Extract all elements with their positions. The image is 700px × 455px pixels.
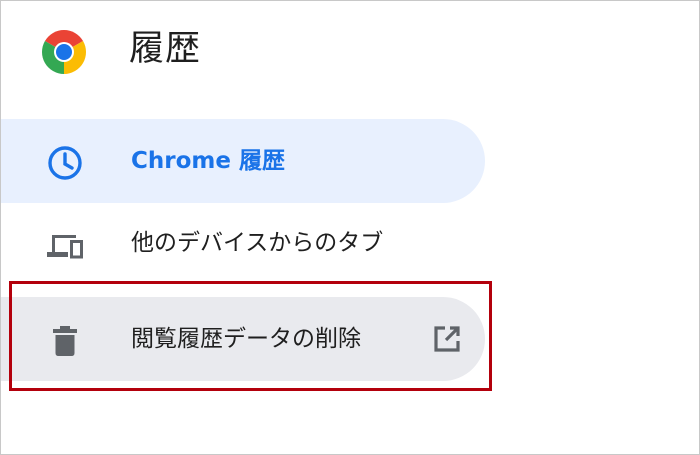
page-header: 履歴 — [1, 1, 699, 101]
devices-icon — [47, 235, 83, 259]
sidebar-item-label: Chrome 履歴 — [131, 148, 285, 174]
history-window: 履歴 Chrome 履歴 他のデバイスからのタブ 閲覧履歴データの削除 — [0, 0, 700, 455]
sidebar-item-label: 他のデバイスからのタブ — [131, 230, 384, 256]
trash-icon — [53, 326, 77, 356]
sidebar-item-chrome-history[interactable]: Chrome 履歴 — [1, 119, 485, 203]
sidebar-item-label: 閲覧履歴データの削除 — [131, 326, 361, 352]
page-title: 履歴 — [129, 29, 202, 69]
open-in-new-icon[interactable] — [431, 323, 463, 355]
sidebar-item-clear-browsing-data[interactable]: 閲覧履歴データの削除 — [1, 297, 485, 381]
chrome-logo-icon — [42, 30, 86, 74]
clock-icon — [48, 146, 82, 180]
sidebar-item-other-devices-tabs[interactable]: 他のデバイスからのタブ — [1, 201, 485, 285]
